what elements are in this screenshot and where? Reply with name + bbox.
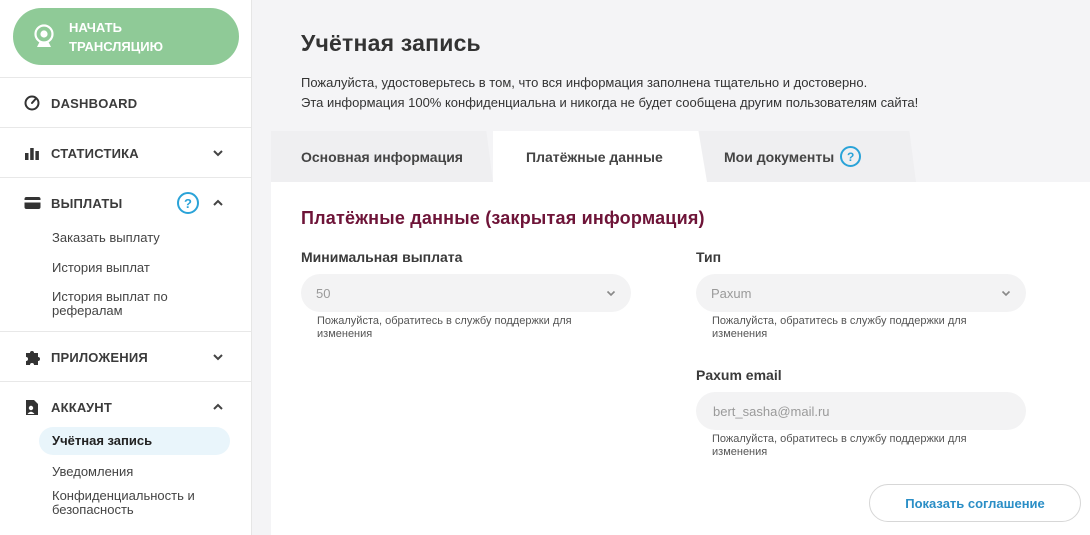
paxum-email-label: Paxum email: [696, 367, 782, 383]
tab-basic-info[interactable]: Основная информация: [271, 131, 493, 182]
min-payout-label: Минимальная выплата: [301, 249, 463, 265]
nav-section-apps: ПРИЛОЖЕНИЯ: [0, 331, 251, 382]
chevron-down-icon[interactable]: [211, 350, 225, 364]
intro-line-2: Эта информация 100% конфиденциальна и ни…: [301, 95, 919, 110]
chevron-up-icon[interactable]: [211, 400, 225, 414]
nav-statistics-label: СТАТИСТИКА: [51, 145, 139, 161]
chevron-down-icon: [606, 290, 616, 297]
start-stream-label: НАЧАТЬ ТРАНСЛЯЦИЮ: [69, 19, 164, 54]
payout-type-hint: Пожалуйста, обратитесь в службу поддержк…: [712, 315, 967, 340]
nav-statistics[interactable]: СТАТИСТИКА: [0, 128, 251, 178]
chevron-up-icon[interactable]: [211, 196, 225, 210]
payment-section-title: Платёжные данные (закрытая информация): [301, 208, 705, 228]
tab-payment-data[interactable]: Платёжные данные: [493, 131, 707, 182]
gauge-icon: [23, 94, 41, 112]
sidebar: НАЧАТЬ ТРАНСЛЯЦИЮ DASHBOARD СТАТИСТИКА В…: [0, 0, 252, 535]
nav-account[interactable]: АККАУНТ: [0, 382, 251, 432]
payment-panel: Платёжные данные (закрытая информация) М…: [271, 182, 1090, 535]
tab-my-documents-label: Мои документы: [724, 148, 835, 165]
nav-section-payouts: ВЫПЛАТЫ ? Заказать выплату История выпла…: [0, 177, 251, 330]
nav-section-account: АККАУНТ Учётная запись Уведомления Конфи…: [0, 381, 251, 517]
payout-type-select[interactable]: Paxum: [696, 274, 1026, 312]
sidebar-item-payout-history[interactable]: История выплат: [0, 260, 251, 290]
nav-dashboard[interactable]: DASHBOARD: [0, 78, 251, 128]
documents-help-icon[interactable]: ?: [840, 146, 862, 167]
nav-apps-label: ПРИЛОЖЕНИЯ: [51, 349, 148, 365]
intro-line-1: Пожалуйста, удостоверьтесь в том, что вс…: [301, 75, 868, 90]
nav-payouts[interactable]: ВЫПЛАТЫ ?: [0, 178, 251, 228]
payouts-help-icon[interactable]: ?: [177, 192, 199, 214]
puzzle-icon: [23, 348, 41, 366]
nav-section-dashboard: DASHBOARD: [0, 77, 251, 128]
intro-text: Пожалуйста, удостоверьтесь в том, что вс…: [301, 73, 918, 113]
chevron-down-icon: [1001, 290, 1011, 297]
payout-type-label: Тип: [696, 249, 722, 265]
user-document-icon: [23, 398, 41, 416]
sidebar-item-privacy-security[interactable]: Конфиденциальность и безопасность: [0, 487, 200, 517]
nav-dashboard-label: DASHBOARD: [51, 95, 138, 111]
sidebar-item-referral-payout-history[interactable]: История выплат по рефералам: [0, 290, 200, 330]
tab-my-documents[interactable]: Мои документы ?: [696, 131, 916, 182]
nav-payouts-label: ВЫПЛАТЫ: [51, 195, 123, 211]
min-payout-value: 50: [316, 285, 331, 301]
sidebar-item-order-payout[interactable]: Заказать выплату: [0, 230, 251, 260]
page-title: Учётная запись: [301, 30, 481, 56]
payout-type-value: Paxum: [711, 285, 752, 301]
bar-chart-icon: [23, 144, 41, 162]
webcam-icon: [31, 23, 57, 50]
paxum-email-field[interactable]: bert_sasha@mail.ru: [696, 392, 1026, 430]
chevron-down-icon[interactable]: [211, 146, 225, 160]
nav-section-statistics: СТАТИСТИКА: [0, 127, 251, 178]
paxum-email-hint: Пожалуйста, обратитесь в службу поддержк…: [712, 433, 967, 458]
account-submenu: Учётная запись Уведомления Конфиденциаль…: [0, 427, 251, 517]
paxum-email-placeholder: bert_sasha@mail.ru: [713, 403, 830, 419]
sidebar-item-notifications[interactable]: Уведомления: [0, 457, 251, 487]
payouts-submenu: Заказать выплату История выплат История …: [0, 230, 251, 330]
show-agreement-button[interactable]: Показать соглашение: [869, 484, 1081, 522]
main-content: Учётная запись Пожалуйста, удостоверьтес…: [252, 0, 1090, 535]
nav-account-label: АККАУНТ: [51, 399, 112, 415]
min-payout-hint: Пожалуйста, обратитесь в службу поддержк…: [317, 315, 572, 340]
credit-card-icon: [23, 194, 41, 212]
min-payout-select[interactable]: 50: [301, 274, 631, 312]
account-tabs: Основная информация Мои документы ? Плат…: [271, 131, 1090, 182]
start-stream-button[interactable]: НАЧАТЬ ТРАНСЛЯЦИЮ: [13, 8, 239, 65]
nav-apps[interactable]: ПРИЛОЖЕНИЯ: [0, 332, 251, 382]
